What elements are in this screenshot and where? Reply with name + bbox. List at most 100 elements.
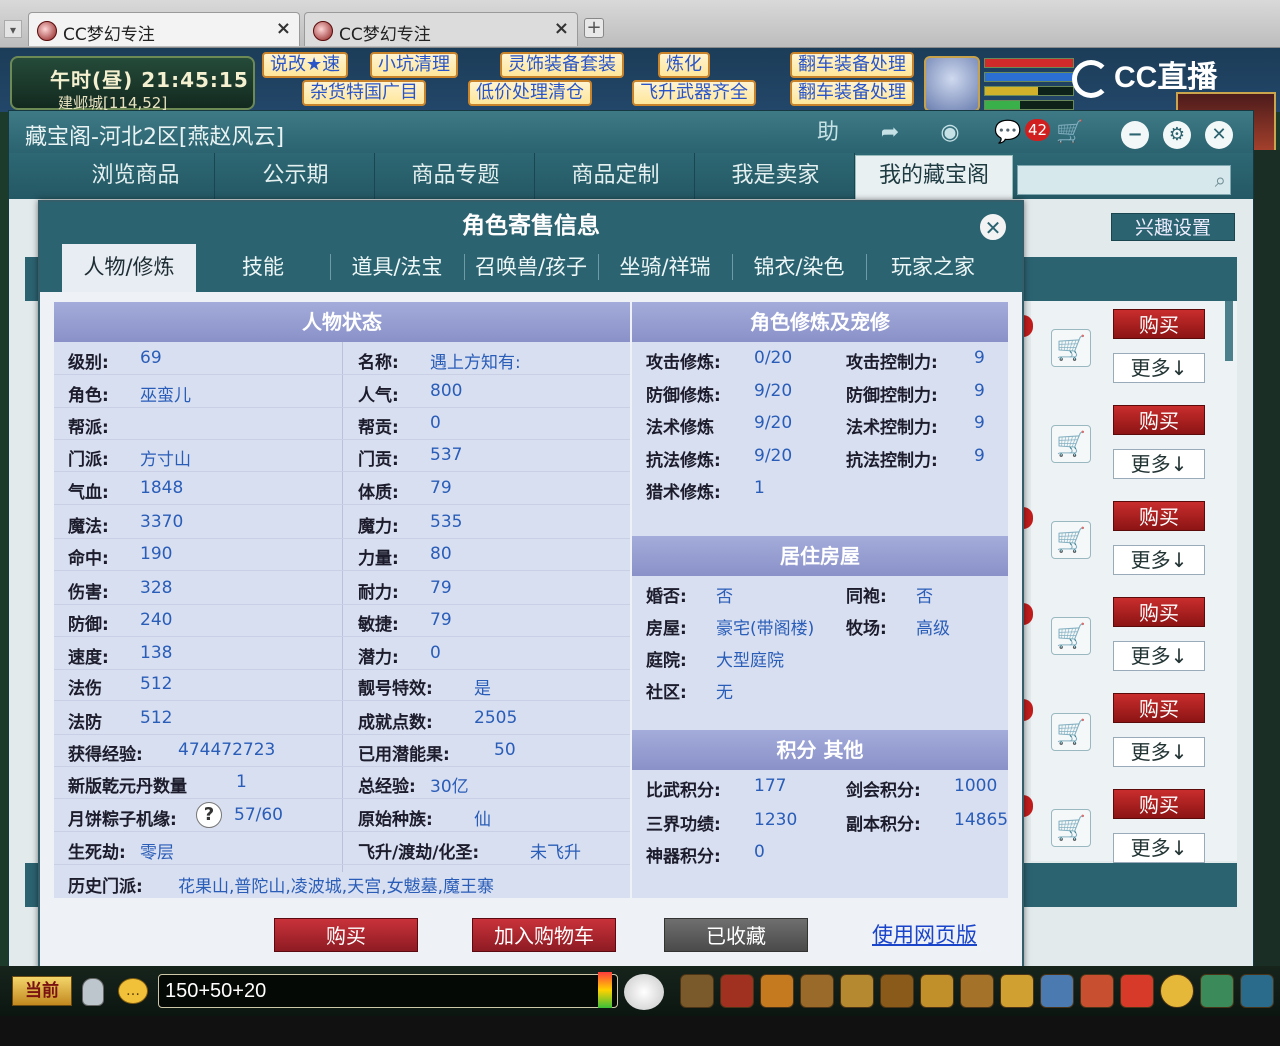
bottom-edge xyxy=(0,1016,1280,1046)
pet-icon[interactable] xyxy=(880,974,914,1008)
tab-character[interactable]: 人物/修炼 xyxy=(62,244,196,292)
chat-input[interactable] xyxy=(159,975,599,1007)
more-button[interactable]: 更多↓ xyxy=(1113,545,1205,575)
speech-bubble-icon[interactable]: … xyxy=(118,978,148,1004)
stall-ad[interactable]: 飞升武器齐全 xyxy=(632,80,756,106)
close-icon[interactable]: ✕ xyxy=(1205,121,1233,149)
more-button[interactable]: 更多↓ xyxy=(1113,353,1205,383)
stat-label: 气血: xyxy=(68,483,109,503)
cart-icon[interactable]: 🛒 xyxy=(1051,617,1091,655)
web-version-link[interactable]: 使用网页版 xyxy=(872,918,977,952)
stall-ad[interactable]: 翻车装备处理 xyxy=(790,52,914,78)
stat-value: 0 xyxy=(430,413,441,433)
record-icon[interactable]: ◉ xyxy=(935,119,965,147)
cart-icon[interactable]: 🛒 xyxy=(1055,119,1085,147)
tab-pets[interactable]: 召唤兽/孩子 xyxy=(464,244,598,290)
stat-row: 角色: 巫蛮儿 人气: 800 xyxy=(54,379,630,409)
browser-tab-1[interactable]: CC梦幻专注 × xyxy=(28,12,300,46)
buy-button[interactable]: 购买 xyxy=(1113,309,1205,339)
task-icon[interactable] xyxy=(920,974,954,1008)
cart-icon[interactable]: 🛒 xyxy=(1051,809,1091,847)
team-icon[interactable] xyxy=(840,974,874,1008)
more-button[interactable]: 更多↓ xyxy=(1113,449,1205,479)
stat-label: 总经验: xyxy=(358,777,416,797)
bell-icon[interactable] xyxy=(1000,974,1034,1008)
nav-public-period[interactable]: 公示期 xyxy=(217,153,375,199)
tab-skills[interactable]: 技能 xyxy=(196,244,330,290)
game-clock-panel[interactable]: 午时(昼) 21:45:15 建邺城[114,52] xyxy=(10,56,255,112)
nav-browse[interactable]: 浏览商品 xyxy=(57,153,215,199)
cart-icon[interactable]: 🛒 xyxy=(1051,425,1091,463)
pet-avatar[interactable] xyxy=(924,56,980,112)
chat-input-field[interactable] xyxy=(158,974,618,1008)
stall-ad[interactable]: 翻车装备处理 xyxy=(790,80,914,106)
give-icon[interactable] xyxy=(760,974,794,1008)
cart-icon[interactable]: 🛒 xyxy=(1051,329,1091,367)
help-icon[interactable]: ? xyxy=(196,802,222,828)
buy-button[interactable]: 购买 xyxy=(1113,693,1205,723)
cart-icon[interactable]: 🛒 xyxy=(1051,713,1091,751)
item-icon[interactable] xyxy=(720,974,754,1008)
settings-icon[interactable] xyxy=(1200,974,1234,1008)
stat-label: 历史门派: xyxy=(68,877,143,897)
stall-ad[interactable]: 低价处理清仓 xyxy=(468,80,592,106)
gift-icon[interactable] xyxy=(1080,974,1114,1008)
chat-channel-button[interactable]: 当前 xyxy=(12,976,72,1006)
list-scrollbar[interactable] xyxy=(1225,301,1233,361)
stall-ad[interactable]: 小坑清理 xyxy=(370,52,458,78)
message-icon[interactable]: 💬 xyxy=(993,119,1023,147)
search-input[interactable] xyxy=(1018,166,1198,194)
buy-button[interactable]: 购买 xyxy=(1113,789,1205,819)
cart-icon[interactable]: 🛒 xyxy=(1051,521,1091,559)
nav-seller[interactable]: 我是卖家 xyxy=(697,153,855,199)
tab-items[interactable]: 道具/法宝 xyxy=(330,244,464,290)
more-button[interactable]: 更多↓ xyxy=(1113,737,1205,767)
favorited-button[interactable]: 已收藏 xyxy=(664,918,808,952)
close-icon[interactable]: ✕ xyxy=(978,212,1008,242)
stall-ad[interactable]: 灵饰装备套装 xyxy=(500,52,624,78)
stall-ad[interactable]: 说改★速 xyxy=(262,52,349,78)
nav-my-pavilion[interactable]: 我的藏宝阁 xyxy=(855,155,1013,199)
buy-button[interactable]: 购买 xyxy=(274,918,418,952)
interest-settings-button[interactable]: 兴趣设置 xyxy=(1111,213,1235,241)
buy-button[interactable]: 购买 xyxy=(1113,501,1205,531)
emoji-icon[interactable] xyxy=(1160,974,1194,1008)
buy-button[interactable]: 购买 xyxy=(1113,405,1205,435)
alert-icon[interactable] xyxy=(1120,974,1154,1008)
stat-value: 9 xyxy=(974,446,985,466)
search-icon[interactable]: ⌕ xyxy=(1215,168,1226,192)
tab-mounts[interactable]: 坐骑/祥瑞 xyxy=(598,244,732,290)
search-field[interactable]: ⌕ xyxy=(1017,165,1231,195)
more-button[interactable]: 更多↓ xyxy=(1113,641,1205,671)
more-button[interactable]: 更多↓ xyxy=(1113,833,1205,863)
tab-close-icon[interactable]: × xyxy=(554,18,569,39)
microphone-icon[interactable] xyxy=(82,978,104,1006)
stat-label: 三界功绩: xyxy=(646,815,721,835)
pet-face-icon[interactable] xyxy=(624,974,664,1010)
tab-close-icon[interactable]: × xyxy=(276,18,291,39)
settings-icon[interactable]: ⚙ xyxy=(1163,121,1191,149)
menu-icon[interactable] xyxy=(1240,974,1274,1008)
stall-ad[interactable]: 杂货特国广目 xyxy=(302,80,426,106)
add-to-cart-button[interactable]: 加入购物车 xyxy=(472,918,616,952)
stat-label: 月饼粽子机缘: xyxy=(68,810,177,830)
attack-icon[interactable] xyxy=(680,974,714,1008)
help-icon[interactable]: 助 xyxy=(813,119,843,147)
stall-ad[interactable]: 炼化 xyxy=(658,52,710,78)
tab-player-home[interactable]: 玩家之家 xyxy=(866,244,1000,290)
browser-tab-2[interactable]: CC梦幻专注 × xyxy=(304,12,578,46)
trade-icon[interactable] xyxy=(800,974,834,1008)
share-icon[interactable]: ➦ xyxy=(875,119,905,147)
system-icon[interactable] xyxy=(1040,974,1074,1008)
stat-row: 比武积分: 177 剑会积分: 1000 xyxy=(632,774,1008,804)
nav-custom[interactable]: 商品定制 xyxy=(537,153,695,199)
tab-outfits[interactable]: 锦衣/染色 xyxy=(732,244,866,290)
listing-actions-column: 🛒 购买 更多↓ 🛒 购买 更多↓ 🛒 购买 更多↓ 🛒 购买 更多↓ 🛒 购买… xyxy=(1019,301,1237,863)
buy-button[interactable]: 购买 xyxy=(1113,597,1205,627)
tab-menu-button[interactable]: ▾ xyxy=(4,20,22,38)
guild-icon[interactable] xyxy=(960,974,994,1008)
stat-value: 高级 xyxy=(916,619,950,639)
new-tab-button[interactable]: + xyxy=(584,18,604,38)
nav-topics[interactable]: 商品专题 xyxy=(377,153,535,199)
minimize-icon[interactable]: − xyxy=(1121,121,1149,149)
